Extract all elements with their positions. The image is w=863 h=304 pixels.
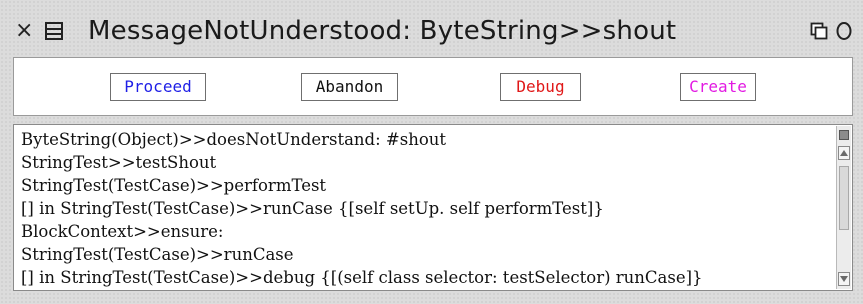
- window-title: MessageNotUnderstood: ByteString>>shout: [88, 16, 677, 46]
- title-bar[interactable]: × MessageNotUnderstood: ByteString>>shou…: [0, 12, 863, 50]
- scrollbar-thumb[interactable]: [839, 166, 849, 230]
- stack-list[interactable]: ByteString(Object)>>doesNotUnderstand: #…: [21, 128, 839, 290]
- create-button[interactable]: Create: [680, 73, 756, 101]
- stack-item[interactable]: BlockContext>>ensure:: [21, 220, 839, 243]
- button-panel: Proceed Abandon Debug Create: [13, 57, 853, 116]
- abandon-button[interactable]: Abandon: [301, 73, 398, 101]
- stack-list-pane[interactable]: ByteString(Object)>>doesNotUnderstand: #…: [13, 124, 853, 291]
- stack-item[interactable]: StringTest(TestCase)>>runCase: [21, 243, 839, 266]
- stack-item[interactable]: [] in StringTest(TestCase)>>runCase {[se…: [21, 197, 839, 220]
- close-icon[interactable]: ×: [15, 18, 33, 44]
- scroll-down-icon[interactable]: [838, 272, 850, 286]
- debugger-window: × MessageNotUnderstood: ByteString>>shou…: [0, 0, 863, 304]
- scroll-menu-icon[interactable]: [839, 130, 849, 140]
- stack-item[interactable]: StringTest>>testShout: [21, 151, 839, 174]
- stack-item[interactable]: [] in StringTest(TestCase)>>debug {[(sel…: [21, 266, 839, 289]
- collapse-icon[interactable]: [810, 22, 828, 40]
- debug-button[interactable]: Debug: [500, 73, 581, 101]
- scroll-up-icon[interactable]: [838, 146, 850, 160]
- expand-icon[interactable]: [835, 21, 853, 41]
- stack-item[interactable]: ByteString(Object)>>doesNotUnderstand: #…: [21, 128, 839, 151]
- proceed-button[interactable]: Proceed: [110, 73, 206, 101]
- stack-item[interactable]: StringTest(TestCase)>>performTest: [21, 174, 839, 197]
- window-menu-icon[interactable]: [44, 21, 64, 41]
- vertical-scrollbar[interactable]: [836, 126, 851, 289]
